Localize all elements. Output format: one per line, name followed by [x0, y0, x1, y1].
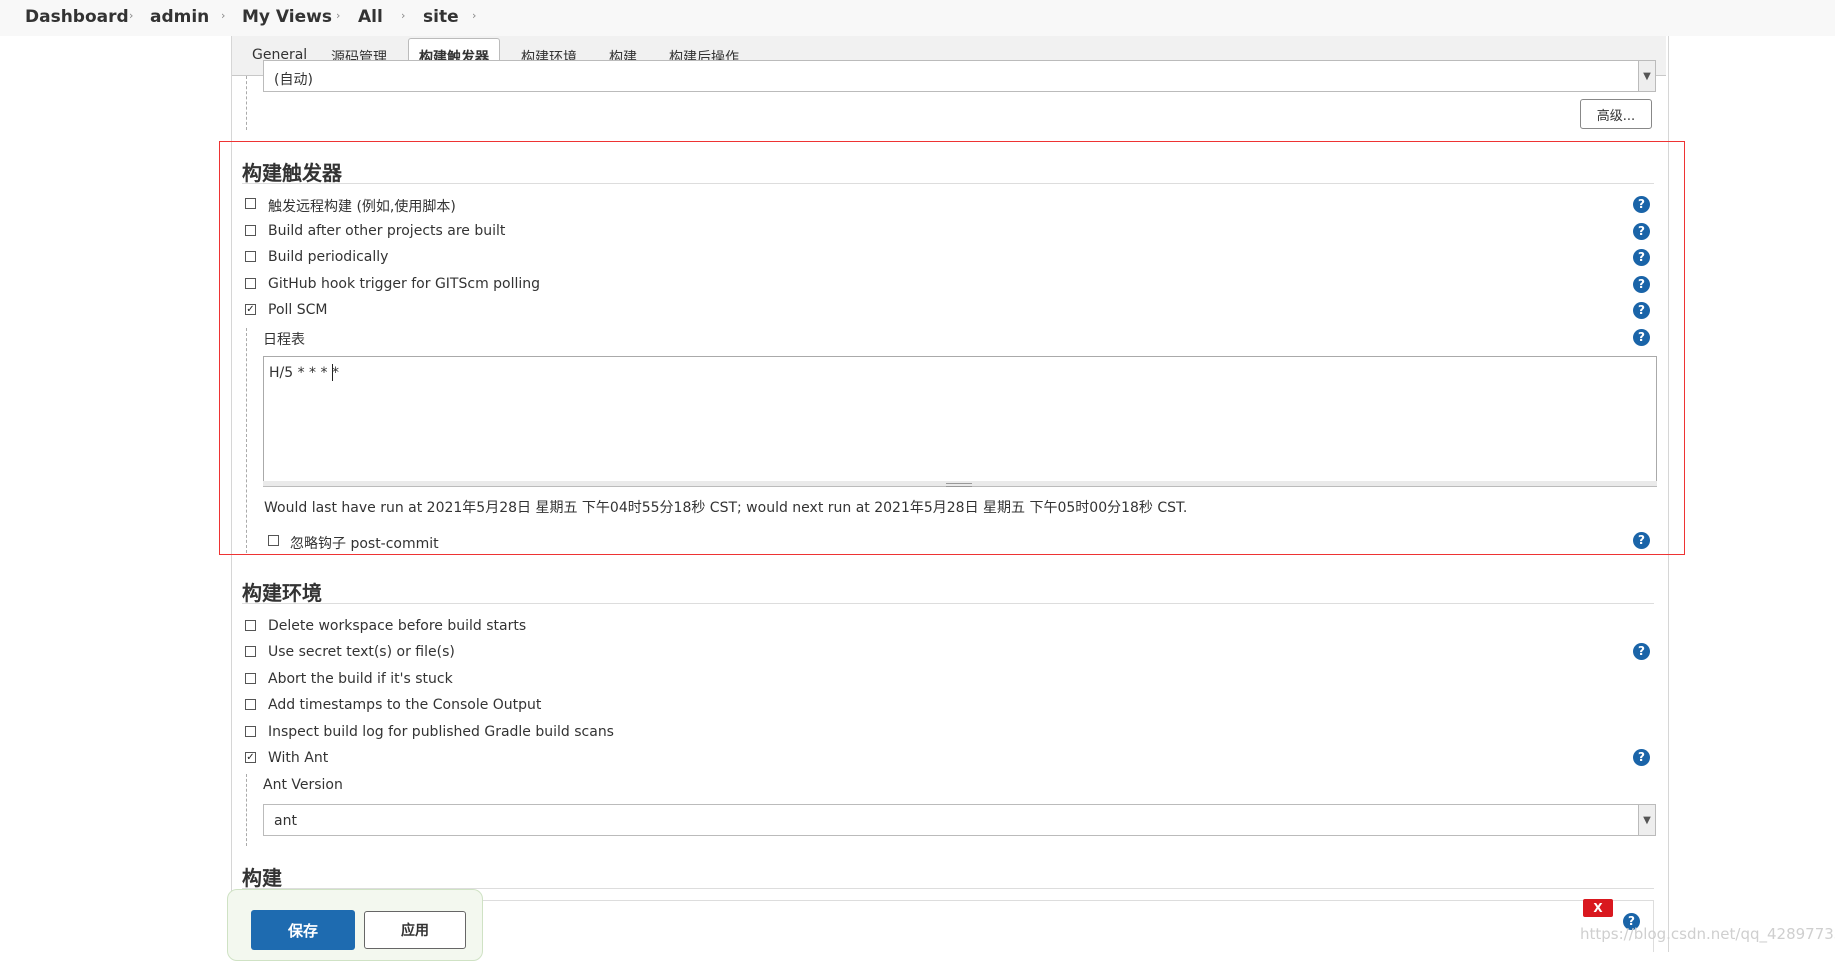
checkbox-with-ant[interactable]: ✓ — [245, 752, 256, 763]
checkbox-build-after-other[interactable] — [245, 225, 256, 236]
chevron-right-icon: › — [472, 9, 477, 22]
schedule-textarea[interactable] — [263, 356, 1657, 483]
checkbox-github-hook[interactable] — [245, 278, 256, 289]
chevron-right-icon: › — [401, 9, 406, 22]
label-poll-scm: Poll SCM — [268, 302, 328, 318]
breadcrumb-all[interactable]: All — [358, 7, 383, 27]
breadcrumb-my-views[interactable]: My Views — [242, 7, 332, 27]
label-secret-text: Use secret text(s) or file(s) — [268, 644, 455, 660]
help-icon[interactable]: ? — [1633, 643, 1650, 660]
label-build-periodically: Build periodically — [268, 249, 389, 265]
chevron-right-icon: › — [336, 9, 341, 22]
checkbox-build-periodically[interactable] — [245, 251, 256, 262]
chevron-right-icon: › — [221, 9, 226, 22]
checkbox-delete-workspace[interactable] — [245, 620, 256, 631]
section-title-build: 构建 — [242, 866, 282, 890]
section-divider — [242, 603, 1654, 604]
label-timestamps: Add timestamps to the Console Output — [268, 697, 542, 713]
help-icon[interactable]: ? — [1633, 249, 1650, 266]
auto-select-value: (自动) — [274, 72, 313, 88]
save-button[interactable]: 保存 — [251, 910, 355, 950]
help-icon[interactable]: ? — [1633, 302, 1650, 319]
poll-scm-indent-line — [246, 328, 247, 553]
checkbox-poll-scm[interactable]: ✓ — [245, 304, 256, 315]
ant-version-value: ant — [274, 813, 297, 829]
chevron-down-icon[interactable]: ▼ — [1638, 61, 1655, 91]
with-ant-indent-line — [246, 774, 247, 846]
chevron-down-icon[interactable]: ▼ — [1638, 805, 1655, 835]
auto-select[interactable]: (自动) ▼ — [263, 60, 1656, 92]
checkbox-trigger-remote[interactable] — [245, 198, 256, 209]
watermark: https://blog.csdn.net/qq_42897733 — [1580, 925, 1835, 943]
schedule-label: 日程表 — [263, 332, 305, 348]
checkbox-gradle-scans[interactable] — [245, 726, 256, 737]
section-title-build-triggers: 构建触发器 — [242, 161, 342, 185]
label-github-hook: GitHub hook trigger for GITScm polling — [268, 276, 541, 292]
schedule-note: Would last have run at 2021年5月28日 星期五 下午… — [264, 500, 1188, 516]
apply-button[interactable]: 应用 — [364, 911, 466, 949]
ant-version-select[interactable]: ant ▼ — [263, 804, 1656, 836]
help-icon[interactable]: ? — [1633, 329, 1650, 346]
grip-icon[interactable] — [946, 483, 972, 487]
breadcrumb-admin[interactable]: admin — [150, 7, 209, 27]
help-icon[interactable]: ? — [1633, 276, 1650, 293]
label-delete-workspace: Delete workspace before build starts — [268, 618, 527, 634]
section-indent-line — [246, 76, 247, 130]
schedule-value: H/5 * * * * — [269, 365, 339, 381]
section-divider — [242, 183, 1654, 184]
breadcrumb-site[interactable]: site — [423, 7, 459, 27]
ant-version-label: Ant Version — [263, 777, 343, 793]
delete-step-button[interactable]: X — [1583, 899, 1613, 917]
section-title-build-environment: 构建环境 — [242, 581, 322, 605]
checkbox-ignore-post-commit[interactable] — [268, 535, 279, 546]
label-abort-stuck: Abort the build if it's stuck — [268, 671, 453, 687]
label-build-after-other: Build after other projects are built — [268, 223, 506, 239]
checkbox-timestamps[interactable] — [245, 699, 256, 710]
help-icon[interactable]: ? — [1633, 223, 1650, 240]
help-icon[interactable]: ? — [1633, 532, 1650, 549]
help-icon[interactable]: ? — [1633, 749, 1650, 766]
help-icon[interactable]: ? — [1633, 196, 1650, 213]
chevron-right-icon: › — [129, 9, 134, 22]
advanced-button[interactable]: 高级... — [1580, 99, 1652, 129]
breadcrumb-dashboard[interactable]: Dashboard — [25, 7, 129, 27]
checkbox-abort-stuck[interactable] — [245, 673, 256, 684]
text-caret — [332, 364, 333, 381]
label-with-ant: With Ant — [268, 750, 329, 766]
build-step-box — [478, 900, 1654, 952]
label-ignore-post-commit: 忽略钩子 post-commit — [290, 536, 439, 552]
label-trigger-remote: 触发远程构建 (例如,使用脚本) — [268, 199, 456, 215]
label-gradle-scans: Inspect build log for published Gradle b… — [268, 724, 614, 740]
checkbox-secret-text[interactable] — [245, 646, 256, 657]
